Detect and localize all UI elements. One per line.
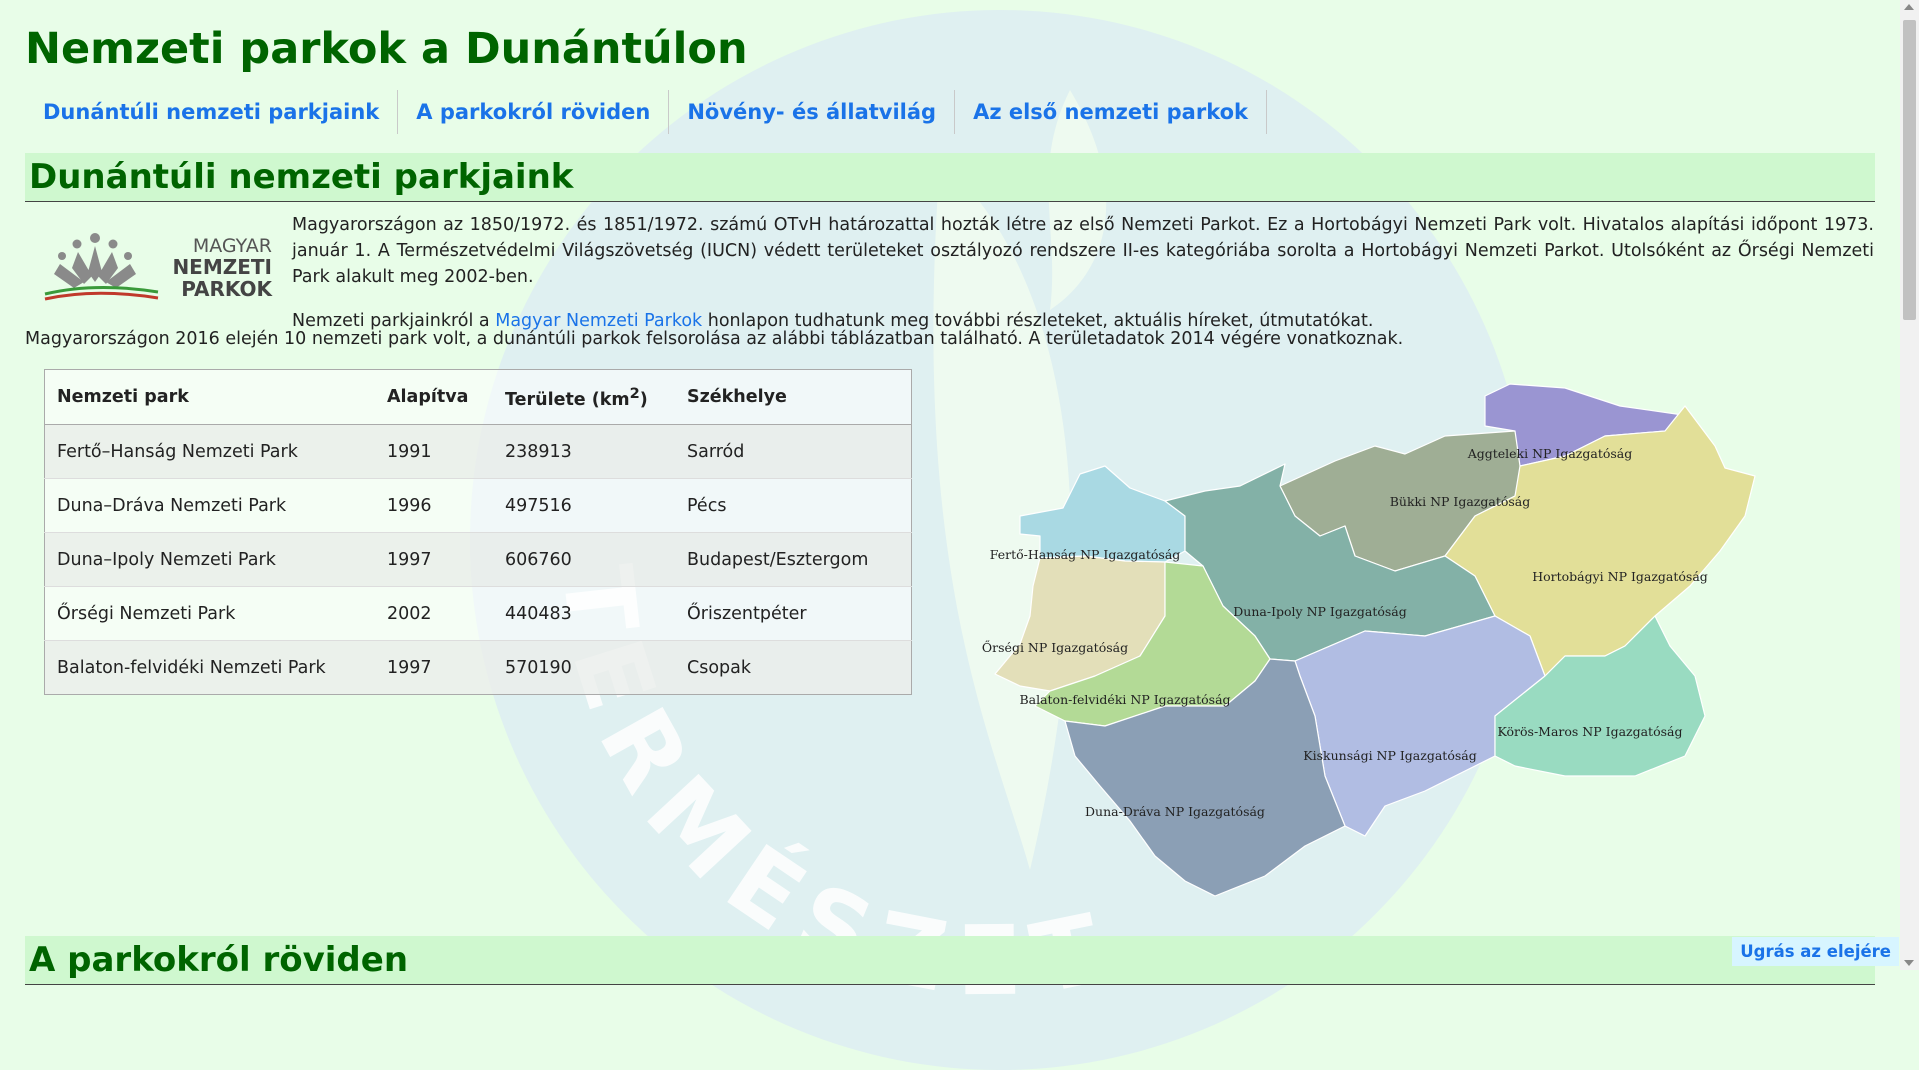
cell-seat: Pécs — [675, 478, 912, 533]
scroll-down-arrow-icon[interactable] — [1904, 960, 1914, 966]
scrollbar-thumb[interactable] — [1903, 20, 1916, 320]
magyar-nemzeti-parkok-logo: MAGYAR NEMZETI PARKOK — [44, 233, 273, 301]
cell-park: Duna–Dráva Nemzeti Park — [44, 478, 375, 533]
cell-founded: 1997 — [375, 532, 493, 587]
table-row: Duna–Ipoly Nemzeti Park 1997 606760 Buda… — [44, 532, 912, 587]
page-title: Nemzeti parkok a Dunántúlon — [25, 24, 748, 74]
cell-area: 497516 — [493, 478, 675, 533]
cell-park: Duna–Ipoly Nemzeti Park — [44, 532, 375, 587]
table-header-row: Nemzeti park Alapítva Területe (km2) Szé… — [44, 369, 912, 425]
map-label-dunaipoly: Duna-Ipoly NP Igazgatóság — [1233, 604, 1406, 619]
cell-area: 238913 — [493, 424, 675, 479]
map-label-dunadrava: Duna-Dráva NP Igazgatóság — [1085, 804, 1265, 819]
nav-link-flora-fauna[interactable]: Növény- és állatvilág — [669, 90, 956, 134]
nav-link-first-parks[interactable]: Az első nemzeti parkok — [955, 90, 1267, 134]
summary-paragraph: Magyarországon 2016 elején 10 nemzeti pa… — [25, 329, 1404, 349]
map-label-orsegi: Őrségi NP Igazgatóság — [982, 640, 1128, 655]
map-label-hortobagyi: Hortobágyi NP Igazgatóság — [1532, 569, 1708, 584]
back-to-top-button[interactable]: Ugrás az elejére — [1732, 937, 1899, 966]
cell-founded: 1997 — [375, 640, 493, 695]
section-header-parks: Dunántúli nemzeti parkjaink — [25, 153, 1875, 202]
table-row: Fertő–Hanság Nemzeti Park 1991 238913 Sa… — [44, 424, 912, 479]
map-label-fertohansag: Fertő-Hanság NP Igazgatóság — [990, 547, 1181, 562]
page-content: Nemzeti parkok a Dunántúlon Dunántúli ne… — [0, 0, 1900, 985]
table-row: Őrségi Nemzeti Park 2002 440483 Őriszent… — [44, 586, 912, 641]
nav-link-parks[interactable]: Dunántúli nemzeti parkjaink — [25, 90, 399, 134]
cell-seat: Budapest/Esztergom — [675, 532, 912, 587]
cell-area: 606760 — [493, 532, 675, 587]
cell-founded: 1991 — [375, 424, 493, 479]
cell-seat: Őriszentpéter — [675, 586, 912, 641]
cell-park: Fertő–Hanság Nemzeti Park — [44, 424, 375, 479]
logo-text-nemzeti: NEMZETI — [172, 255, 272, 279]
cell-park: Őrségi Nemzeti Park — [44, 586, 375, 641]
map-label-aggteleki: Aggteleki NP Igazgatóság — [1467, 446, 1633, 461]
cell-founded: 2002 — [375, 586, 493, 641]
section-header-brief: A parkokról röviden — [25, 936, 1875, 985]
cell-area: 570190 — [493, 640, 675, 695]
cell-area: 440483 — [493, 586, 675, 641]
column-header-park: Nemzeti park — [44, 369, 375, 425]
table-row: Duna–Dráva Nemzeti Park 1996 497516 Pécs — [44, 478, 912, 533]
table-row: Balaton-felvidéki Nemzeti Park 1997 5701… — [44, 640, 912, 695]
map-label-bukki: Bükki NP Igazgatóság — [1390, 494, 1531, 509]
logo-text-parkok: PARKOK — [181, 277, 273, 301]
map-label-kiskunsagi: Kiskunsági NP Igazgatóság — [1303, 748, 1476, 763]
cell-seat: Csopak — [675, 640, 912, 695]
cell-park: Balaton-felvidéki Nemzeti Park — [44, 640, 375, 695]
section-heading-brief: A parkokról röviden — [29, 940, 409, 980]
national-parks-map: Aggteleki NP Igazgatóság Bükki NP Igazga… — [982, 383, 1756, 897]
top-navigation: Dunántúli nemzeti parkjaink A parkokról … — [25, 90, 1267, 134]
scroll-up-arrow-icon[interactable] — [1904, 4, 1914, 10]
section-heading-parks: Dunántúli nemzeti parkjaink — [29, 157, 574, 197]
cell-founded: 1996 — [375, 478, 493, 533]
cell-seat: Sarród — [675, 424, 912, 479]
nav-link-brief[interactable]: A parkokról röviden — [398, 90, 670, 134]
intro-paragraph: Magyarországon az 1850/1972. és 1851/197… — [292, 215, 1874, 287]
map-label-balatonfelvideki: Balaton-felvidéki NP Igazgatóság — [1019, 692, 1230, 707]
map-label-korosmaros: Körös-Maros NP Igazgatóság — [1498, 724, 1683, 739]
logo-text-magyar: MAGYAR — [193, 235, 272, 257]
intro-text: Magyarországon az 1850/1972. és 1851/197… — [292, 212, 1874, 334]
scrollbar[interactable] — [1900, 0, 1919, 970]
column-header-founded: Alapítva — [375, 369, 493, 425]
parks-table: Nemzeti park Alapítva Területe (km2) Szé… — [44, 369, 912, 695]
column-header-area: Területe (km2) — [493, 369, 675, 425]
column-header-seat: Székhelye — [675, 369, 912, 425]
